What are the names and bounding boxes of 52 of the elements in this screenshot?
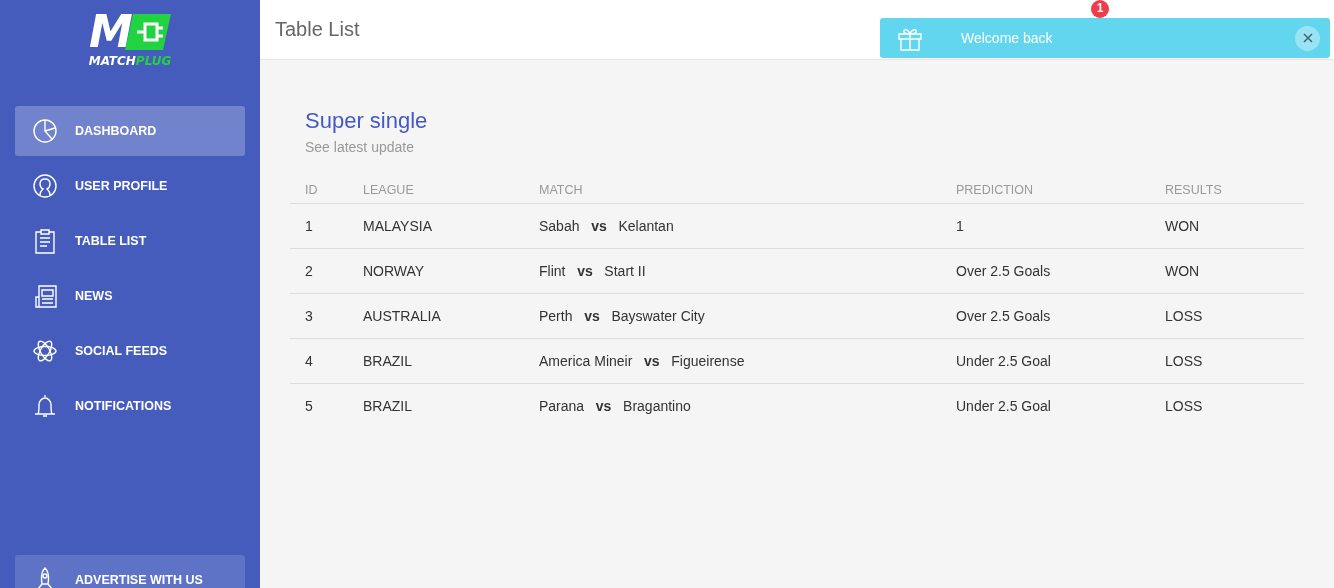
close-icon — [1302, 33, 1313, 43]
column-header: LEAGUE — [348, 183, 524, 204]
logo-text: PLUG — [135, 54, 172, 68]
table-cell: 1 — [290, 203, 348, 249]
table-cell: Flint vs Start II — [524, 248, 941, 294]
bell-icon — [32, 393, 58, 419]
table-cell: Parana vs Bragantino — [524, 383, 941, 428]
page-title: Table List — [275, 18, 360, 41]
toast-message: Welcome back — [961, 30, 1054, 46]
table-cell: Perth vs Bayswater City — [524, 293, 941, 339]
column-header: ID — [290, 183, 348, 204]
sidebar-item[interactable]: USER PROFILE — [15, 161, 245, 211]
table-cell: 4 — [290, 338, 348, 384]
table-cell: 1 — [941, 203, 1150, 249]
table-cell: MALAYSIA — [348, 203, 524, 249]
card-title: Super single — [305, 108, 429, 134]
table-cell: AUSTRALIA — [348, 293, 524, 339]
sidebar-item[interactable]: NEWS — [15, 271, 245, 321]
table-cell: America Mineir vs Figueirense — [524, 338, 941, 384]
sidebar-item[interactable]: SOCIAL FEEDS — [15, 326, 245, 376]
newspaper-icon — [32, 283, 58, 309]
column-header: MATCH — [524, 183, 941, 204]
clipboard-icon — [32, 228, 58, 254]
table-cell: NORWAY — [348, 248, 524, 294]
logo-letter: M — [89, 13, 131, 51]
table-cell: Sabah vs Kelantan — [524, 203, 941, 249]
advertise-button[interactable]: ADVERTISE WITH US — [15, 555, 245, 588]
sidebar-item[interactable]: NOTIFICATIONS — [15, 381, 245, 431]
sidebar-item[interactable]: DASHBOARD — [15, 106, 245, 156]
sidebar-item[interactable]: TABLE LIST — [15, 216, 245, 266]
card-subtitle: See latest update — [305, 139, 415, 155]
table-cell: 3 — [290, 293, 348, 339]
atom-icon — [32, 338, 58, 364]
table-cell: 5 — [290, 383, 348, 428]
table-cell: LOSS — [1150, 383, 1304, 428]
table-cell: BRAZIL — [348, 338, 524, 384]
close-button[interactable] — [1295, 25, 1320, 51]
table-cell: BRAZIL — [348, 383, 524, 428]
table-cell: WON — [1150, 203, 1304, 249]
user-icon — [32, 173, 58, 199]
table-cell: Over 2.5 Goals — [941, 293, 1150, 339]
logo-text: MATCH — [88, 54, 136, 68]
column-header: PREDICTION — [941, 183, 1150, 204]
pie-chart-icon — [32, 118, 58, 144]
table-cell: Under 2.5 Goal — [941, 383, 1150, 428]
table-cell: Under 2.5 Goal — [941, 338, 1150, 384]
table-cell: WON — [1150, 248, 1304, 294]
table-cell: LOSS — [1150, 338, 1304, 384]
table-cell: 2 — [290, 248, 348, 294]
table-cell: Over 2.5 Goals — [941, 248, 1150, 294]
column-header: RESULTS — [1150, 183, 1304, 204]
table-cell: LOSS — [1150, 293, 1304, 339]
